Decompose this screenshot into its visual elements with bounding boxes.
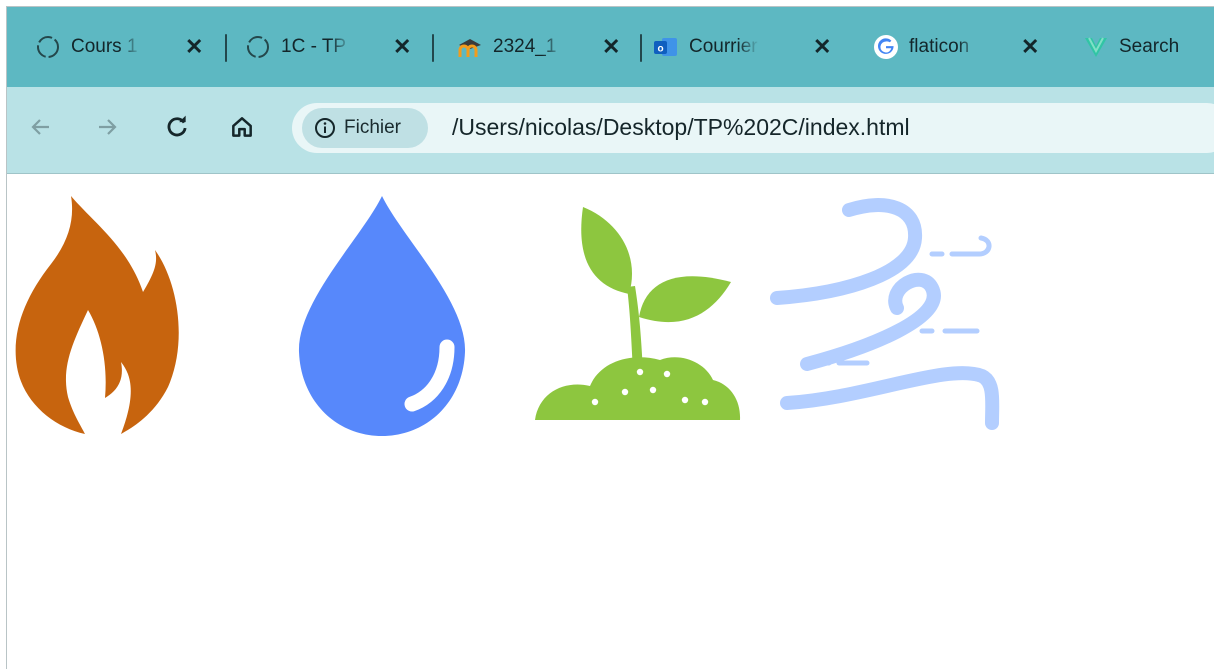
home-icon	[232, 117, 252, 137]
site-info-label: Fichier	[344, 117, 402, 138]
page-content	[7, 174, 1214, 669]
browser-window: Cours 1 ✕ 1C - TP ✕ 2324_1 ✕ o Courrier …	[6, 6, 1214, 669]
loading-circle-icon	[245, 34, 271, 60]
close-icon[interactable]: ✕	[813, 36, 831, 58]
vuetify-icon	[1083, 34, 1109, 60]
url-text[interactable]: /Users/nicolas/Desktop/TP%202C/index.htm…	[452, 114, 910, 141]
info-icon	[315, 118, 335, 138]
water-drop-icon	[298, 196, 466, 436]
reload-button[interactable]	[157, 107, 197, 147]
svg-text:o: o	[657, 44, 663, 55]
tab-cours[interactable]: Cours 1 ✕	[35, 29, 215, 65]
reload-icon	[167, 115, 187, 137]
tab-separator	[640, 34, 642, 62]
tab-1c-tp[interactable]: 1C - TP ✕	[245, 29, 425, 65]
tab-strip: Cours 1 ✕ 1C - TP ✕ 2324_1 ✕ o Courrier …	[7, 7, 1214, 87]
tab-flaticon[interactable]: flaticon ✕	[873, 29, 1053, 65]
fire-icon	[15, 196, 179, 434]
tab-moodle[interactable]: 2324_1 ✕	[457, 29, 637, 65]
browser-toolbar: Fichier /Users/nicolas/Desktop/TP%202C/i…	[7, 87, 1214, 174]
tab-title: Search	[1119, 36, 1180, 57]
tab-title: 2324_1	[493, 36, 557, 57]
tab-courrier[interactable]: o Courrier ✕	[653, 29, 833, 65]
tab-separator	[225, 34, 227, 62]
tab-search[interactable]: Search	[1083, 29, 1214, 65]
close-icon[interactable]: ✕	[1021, 36, 1039, 58]
tab-title: Cours 1	[71, 36, 138, 57]
plant-sprout-icon	[535, 207, 741, 420]
moodle-icon	[457, 34, 483, 60]
forward-button[interactable]	[87, 107, 127, 147]
tab-title: flaticon	[909, 36, 970, 57]
wind-icon	[770, 198, 1000, 430]
tab-title: Courrier	[689, 36, 758, 57]
tab-separator	[432, 34, 434, 62]
close-icon[interactable]: ✕	[393, 36, 411, 58]
home-button[interactable]	[222, 107, 262, 147]
address-bar[interactable]: Fichier /Users/nicolas/Desktop/TP%202C/i…	[292, 103, 1214, 153]
arrow-left-icon	[31, 119, 49, 135]
outlook-icon: o	[653, 34, 679, 60]
back-button[interactable]	[21, 107, 61, 147]
loading-circle-icon	[35, 34, 61, 60]
site-info-chip[interactable]: Fichier	[302, 108, 428, 148]
close-icon[interactable]: ✕	[602, 36, 620, 58]
arrow-right-icon	[99, 119, 117, 135]
close-icon[interactable]: ✕	[185, 36, 203, 58]
google-icon	[873, 34, 899, 60]
tab-title: 1C - TP	[281, 36, 347, 57]
